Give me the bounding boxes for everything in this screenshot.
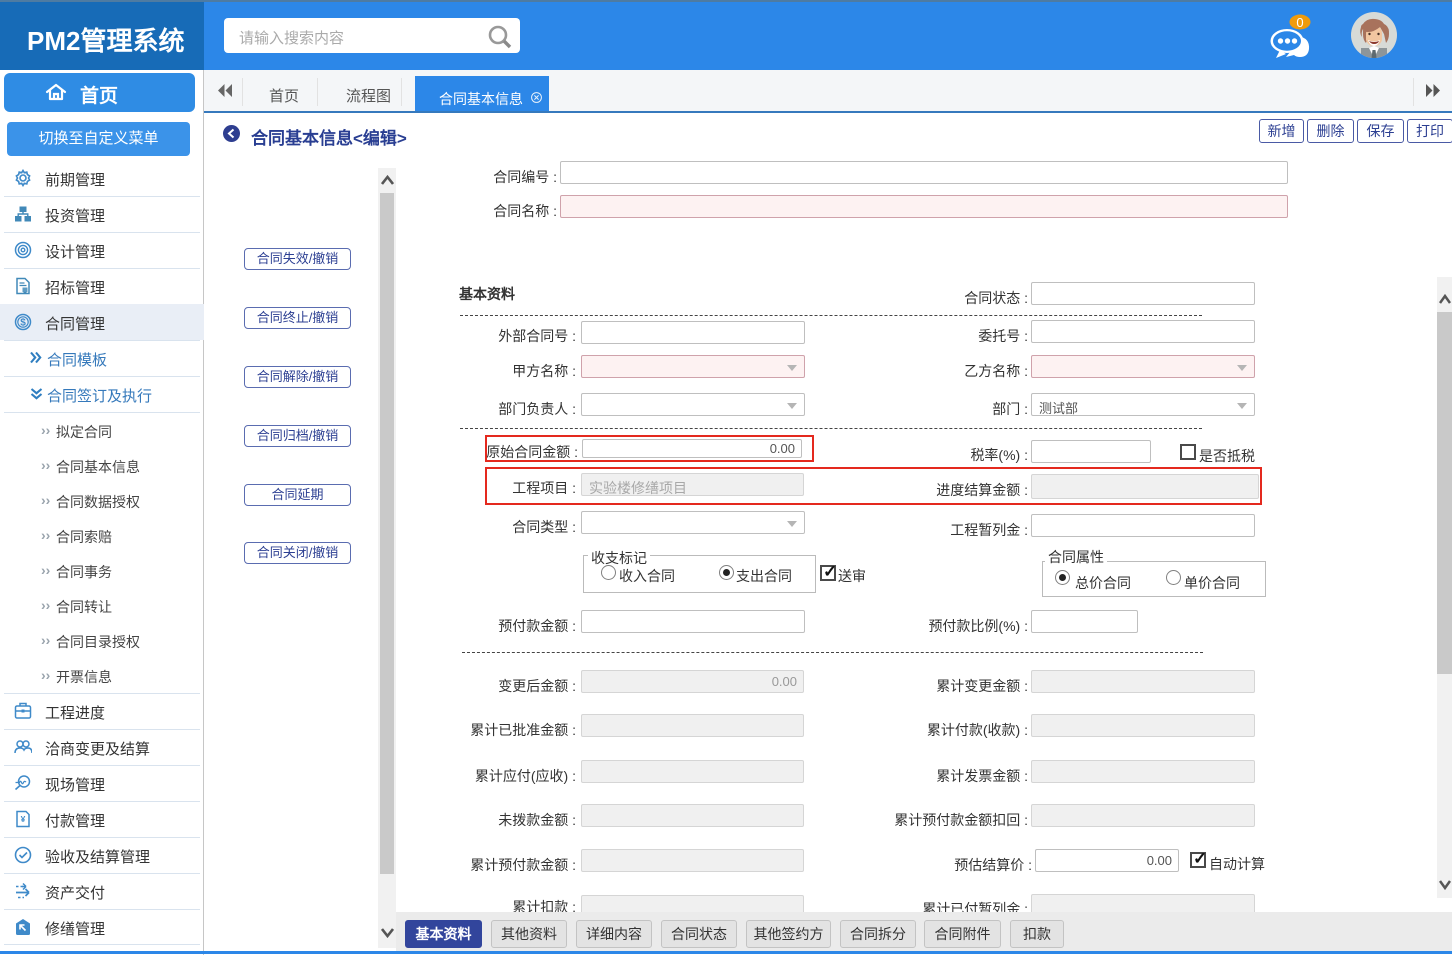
svg-text:0: 0 <box>1296 15 1303 30</box>
svg-text:$: $ <box>20 318 26 329</box>
svg-text:¥: ¥ <box>21 814 26 824</box>
